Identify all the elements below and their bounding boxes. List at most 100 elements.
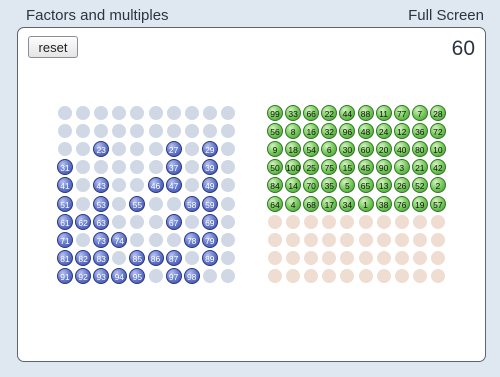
board-hole[interactable] (76, 106, 91, 120)
tray-ball-10[interactable]: 10 (429, 141, 446, 158)
tray-ball-42[interactable]: 42 (429, 159, 446, 176)
board-ball-63[interactable]: 63 (93, 213, 110, 230)
board-hole[interactable] (166, 232, 181, 247)
tray-ball-99[interactable]: 99 (267, 105, 283, 121)
board-hole[interactable] (148, 106, 163, 120)
board-hole[interactable] (94, 160, 109, 175)
board-hole[interactable] (112, 196, 127, 211)
tray-ball-84[interactable]: 84 (267, 177, 283, 194)
board-ball-62[interactable]: 62 (75, 213, 92, 230)
board-hole[interactable] (76, 196, 91, 211)
board-hole[interactable] (220, 250, 235, 265)
board-ball-71[interactable]: 71 (57, 231, 73, 248)
tray-ball-45[interactable]: 45 (357, 159, 374, 176)
board-ball-55[interactable]: 55 (129, 195, 146, 212)
tray-ball-76[interactable]: 76 (393, 195, 410, 212)
board-ball-98[interactable]: 98 (183, 267, 200, 284)
board-hole[interactable] (130, 106, 145, 120)
tray-ball-72[interactable]: 72 (429, 123, 446, 140)
tray-ball-70[interactable]: 70 (303, 177, 320, 194)
board-hole[interactable] (58, 142, 72, 157)
board-ball-91[interactable]: 91 (57, 267, 73, 284)
tray-ball-28[interactable]: 28 (429, 105, 446, 121)
tray-ball-11[interactable]: 11 (375, 105, 392, 121)
board-ball-82[interactable]: 82 (75, 249, 92, 266)
board-ball-46[interactable]: 46 (147, 177, 164, 194)
tray-ball-1[interactable]: 1 (357, 195, 374, 212)
tray-ball-40[interactable]: 40 (393, 141, 410, 158)
tray-ball-7[interactable]: 7 (411, 105, 428, 121)
board-ball-53[interactable]: 53 (93, 195, 110, 212)
board-hole[interactable] (112, 106, 127, 120)
tray-ball-15[interactable]: 15 (339, 159, 356, 176)
board-ball-49[interactable]: 49 (201, 177, 218, 194)
board-hole[interactable] (148, 160, 163, 175)
tray-ball-3[interactable]: 3 (393, 159, 410, 176)
board-hole[interactable] (130, 232, 145, 247)
board-ball-79[interactable]: 79 (201, 231, 218, 248)
board-hole[interactable] (130, 124, 145, 139)
board-ball-27[interactable]: 27 (165, 141, 182, 158)
board-hole[interactable] (220, 106, 235, 120)
board-ball-87[interactable]: 87 (165, 249, 182, 266)
tray-ball-68[interactable]: 68 (303, 195, 320, 212)
tray-ball-17[interactable]: 17 (321, 195, 338, 212)
board-hole[interactable] (166, 124, 181, 139)
board-hole[interactable] (184, 250, 199, 265)
board-hole[interactable] (76, 232, 91, 247)
board-hole[interactable] (58, 106, 72, 120)
board-ball-41[interactable]: 41 (57, 177, 73, 194)
tray-ball-8[interactable]: 8 (285, 123, 302, 140)
board-ball-39[interactable]: 39 (201, 159, 218, 176)
tray-ball-35[interactable]: 35 (321, 177, 338, 194)
board-hole[interactable] (148, 142, 163, 157)
tray-ball-5[interactable]: 5 (339, 177, 356, 194)
tray-ball-33[interactable]: 33 (285, 105, 302, 121)
board-hole[interactable] (130, 142, 145, 157)
board-hole[interactable] (202, 106, 217, 120)
tray-ball-52[interactable]: 52 (411, 177, 428, 194)
tray-ball-20[interactable]: 20 (375, 141, 392, 158)
board-hole[interactable] (184, 160, 199, 175)
board-hole[interactable] (148, 268, 163, 283)
tray-ball-21[interactable]: 21 (411, 159, 428, 176)
tray-ball-2[interactable]: 2 (429, 177, 446, 194)
board-hole[interactable] (220, 268, 235, 283)
board-ball-58[interactable]: 58 (183, 195, 200, 212)
tray-ball-60[interactable]: 60 (357, 141, 374, 158)
board-hole[interactable] (130, 178, 145, 193)
tray-ball-66[interactable]: 66 (303, 105, 320, 121)
board-hole[interactable] (112, 214, 127, 229)
board-hole[interactable] (130, 214, 145, 229)
tray-ball-16[interactable]: 16 (303, 123, 320, 140)
board-hole[interactable] (184, 214, 199, 229)
tray-ball-12[interactable]: 12 (393, 123, 410, 140)
board-hole[interactable] (76, 178, 91, 193)
tray-ball-38[interactable]: 38 (375, 195, 392, 212)
tray-ball-65[interactable]: 65 (357, 177, 374, 194)
board-ball-73[interactable]: 73 (93, 231, 110, 248)
tray-ball-77[interactable]: 77 (393, 105, 410, 121)
board-hole[interactable] (130, 160, 145, 175)
board-hole[interactable] (184, 106, 199, 120)
board-hole[interactable] (166, 196, 181, 211)
reset-button[interactable]: reset (28, 36, 78, 58)
tray-ball-34[interactable]: 34 (339, 195, 356, 212)
board-hole[interactable] (112, 142, 127, 157)
board-hole[interactable] (220, 232, 235, 247)
board-hole[interactable] (148, 196, 163, 211)
board-hole[interactable] (220, 196, 235, 211)
board-hole[interactable] (112, 250, 127, 265)
board-hole[interactable] (94, 106, 109, 120)
tray-ball-48[interactable]: 48 (357, 123, 374, 140)
tray-ball-13[interactable]: 13 (375, 177, 392, 194)
board-hole[interactable] (112, 178, 127, 193)
board-hole[interactable] (112, 160, 127, 175)
board-hole[interactable] (220, 214, 235, 229)
board-ball-86[interactable]: 86 (147, 249, 164, 266)
board-ball-59[interactable]: 59 (201, 195, 218, 212)
tray-ball-24[interactable]: 24 (375, 123, 392, 140)
board-hole[interactable] (166, 106, 181, 120)
board-ball-93[interactable]: 93 (93, 267, 110, 284)
tray-ball-19[interactable]: 19 (411, 195, 428, 212)
